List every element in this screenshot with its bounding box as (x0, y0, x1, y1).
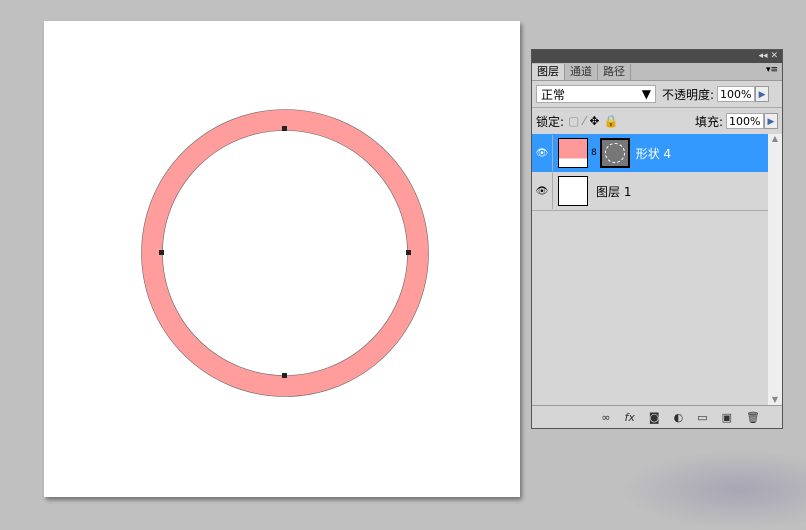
ring-shape[interactable] (44, 21, 520, 497)
vector-mask-thumbnail[interactable] (599, 138, 630, 168)
trash-icon[interactable]: 🗑 (746, 411, 760, 424)
lock-transparent-icon[interactable]: ▢ (568, 114, 579, 128)
opacity-label: 不透明度: (662, 87, 715, 102)
panel-titlebar[interactable]: ◂◂ ✕ (532, 50, 782, 63)
add-mask-icon[interactable]: ◙ (649, 411, 660, 424)
link-layers-icon[interactable]: ∞ (601, 411, 610, 424)
visibility-eye-icon[interactable]: 👁 (532, 135, 553, 171)
layer-row-shape-4[interactable]: 👁 8 形状 4 (532, 134, 768, 172)
adjustment-layer-icon[interactable]: ◐ (674, 411, 684, 424)
layer-row-layer-1[interactable]: 👁 图层 1 (532, 172, 768, 211)
chevron-down-icon: ▼ (641, 87, 651, 101)
layer-thumbnail (558, 176, 588, 206)
new-group-icon[interactable]: ▭ (697, 411, 707, 424)
tab-channels[interactable]: 通道 (565, 64, 598, 80)
layers-scrollbar[interactable]: ▲ ▼ (768, 134, 782, 406)
blend-mode-select[interactable]: 正常 ▼ (536, 85, 656, 103)
close-icon[interactable]: ✕ (770, 51, 778, 61)
fill-input[interactable]: 100% (726, 113, 764, 129)
lock-label: 锁定: (536, 114, 565, 129)
background-blur (620, 450, 806, 530)
fill-slider-button[interactable]: ▶ (764, 113, 778, 129)
layer-name[interactable]: 形状 4 (636, 145, 671, 162)
collapse-icon[interactable]: ◂◂ (759, 51, 768, 61)
opacity-input[interactable]: 100% (717, 86, 756, 102)
layer-thumbnail (558, 138, 588, 168)
panel-menu-icon[interactable]: ▾≡ (766, 65, 778, 75)
visibility-eye-icon[interactable]: 👁 (532, 173, 553, 209)
tab-paths[interactable]: 路径 (598, 64, 631, 80)
fill-label: 填充: (694, 114, 723, 129)
layer-name[interactable]: 图层 1 (596, 183, 631, 200)
lock-move-icon[interactable]: ✥ (589, 114, 599, 128)
fx-icon[interactable]: fx (625, 411, 635, 424)
new-layer-icon[interactable]: ▣ (722, 411, 732, 424)
link-icon[interactable]: 8 (591, 148, 597, 158)
layers-panel: ◂◂ ✕ 图层 通道 路径 ▾≡ 正常 ▼ 不透明度: 100% ▶ 锁定: ▢ … (531, 49, 783, 429)
document-canvas[interactable] (44, 21, 520, 497)
lock-all-icon[interactable]: 🔒 (603, 114, 618, 128)
lock-brush-icon[interactable]: ⁄ (583, 114, 585, 128)
blend-mode-value: 正常 (541, 87, 566, 102)
tab-layers[interactable]: 图层 (532, 64, 565, 80)
opacity-slider-button[interactable]: ▶ (755, 86, 770, 102)
